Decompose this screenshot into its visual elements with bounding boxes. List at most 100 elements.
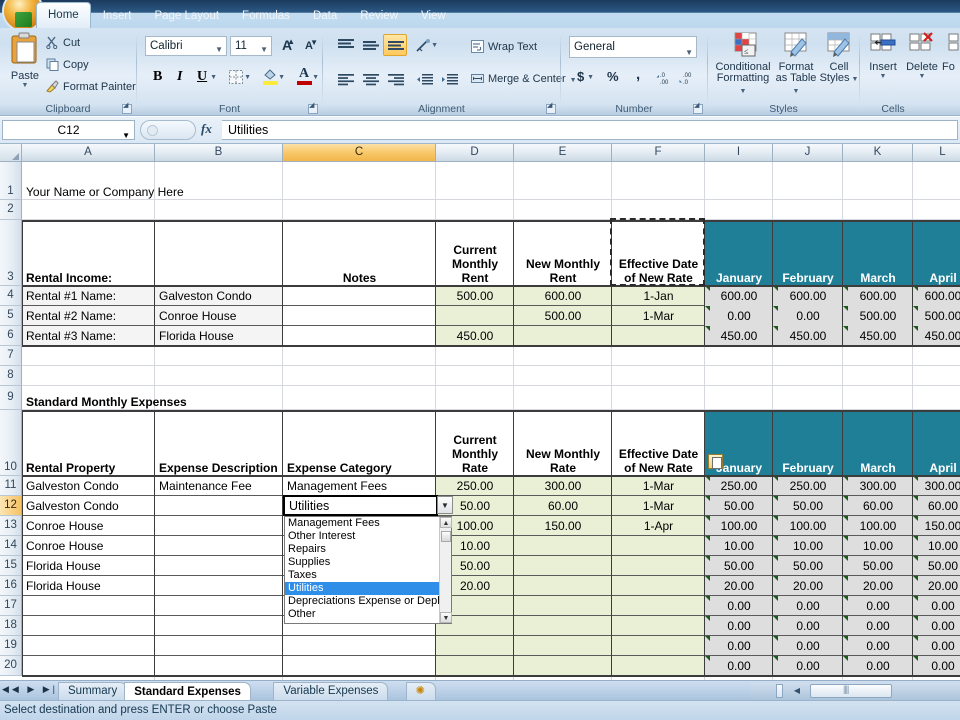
expense-row-new[interactable] bbox=[514, 636, 612, 656]
bold-button[interactable]: B bbox=[145, 66, 167, 88]
ribbon-tab-home[interactable]: Home bbox=[36, 2, 91, 28]
column-header-K[interactable]: K bbox=[843, 144, 913, 162]
expense-row-apr[interactable]: 0.00 bbox=[913, 636, 960, 656]
dropdown-option[interactable]: Utilities bbox=[285, 582, 440, 595]
expense-row-jan[interactable]: 20.00 bbox=[705, 576, 773, 596]
expense-row-apr[interactable]: 300.00 bbox=[913, 476, 960, 496]
income-row-notes[interactable] bbox=[283, 306, 436, 326]
expense-row-mar[interactable]: 0.00 bbox=[843, 616, 913, 636]
expense-row-description[interactable] bbox=[155, 576, 283, 596]
expense-row-apr[interactable]: 20.00 bbox=[913, 576, 960, 596]
sheet-tab-variable-expenses[interactable]: Variable Expenses bbox=[273, 682, 388, 700]
income-row-apr[interactable]: 600.00 bbox=[913, 286, 960, 306]
expense-row-apr[interactable]: 60.00 bbox=[913, 496, 960, 516]
align-left-button[interactable] bbox=[333, 68, 357, 90]
income-row-mar[interactable]: 450.00 bbox=[843, 326, 913, 346]
chevron-down-icon[interactable]: ▼ bbox=[312, 74, 319, 81]
sheet-tab-summary[interactable]: Summary bbox=[58, 682, 127, 700]
expense-row-category[interactable] bbox=[283, 636, 436, 656]
expense-row-feb[interactable]: 50.00 bbox=[773, 496, 843, 516]
expense-heading[interactable]: Standard Monthly Expenses bbox=[22, 386, 436, 410]
row-header-11[interactable]: 11 bbox=[0, 476, 22, 496]
row-header-15[interactable]: 15 bbox=[0, 556, 22, 576]
expense-row-current[interactable] bbox=[436, 656, 514, 676]
income-row-jan[interactable]: 0.00 bbox=[705, 306, 773, 326]
cell-styles-button[interactable]: CellStyles ▼ bbox=[819, 32, 859, 85]
paste-options-icon[interactable] bbox=[708, 454, 723, 469]
income-row-notes[interactable] bbox=[283, 326, 436, 346]
column-header-C[interactable]: C bbox=[283, 144, 436, 162]
dropdown-option[interactable]: Repairs bbox=[285, 543, 440, 556]
dropdown-option[interactable]: Other Interest bbox=[285, 530, 440, 543]
expense-row-description[interactable] bbox=[155, 496, 283, 516]
column-header-D[interactable]: D bbox=[436, 144, 514, 162]
orientation-button[interactable]: ▼ bbox=[412, 34, 442, 56]
row-header-8[interactable]: 8 bbox=[0, 366, 22, 386]
expense-row-apr[interactable]: 10.00 bbox=[913, 536, 960, 556]
name-box[interactable]: C12 ▼ bbox=[2, 120, 135, 140]
ribbon-tab-formulas[interactable]: Formulas bbox=[231, 6, 301, 28]
expense-row-property[interactable]: Florida House bbox=[22, 576, 155, 596]
income-row-eff[interactable]: 1-Mar bbox=[612, 306, 705, 326]
row-header-6[interactable]: 6 bbox=[0, 326, 22, 346]
row-header-7[interactable]: 7 bbox=[0, 346, 22, 366]
number-dialog-launcher[interactable] bbox=[693, 104, 703, 114]
expense-row-category[interactable]: Management Fees bbox=[283, 476, 436, 496]
expense-row-eff[interactable] bbox=[612, 556, 705, 576]
align-middle-button[interactable] bbox=[358, 34, 382, 56]
income-row-apr[interactable]: 450.00 bbox=[913, 326, 960, 346]
expense-row-mar[interactable]: 50.00 bbox=[843, 556, 913, 576]
align-center-button[interactable] bbox=[358, 68, 382, 90]
income-row-new[interactable]: 500.00 bbox=[514, 306, 612, 326]
chevron-down-icon[interactable]: ▼ bbox=[210, 74, 217, 81]
expense-row-jan[interactable]: 50.00 bbox=[705, 496, 773, 516]
decrease-indent-button[interactable] bbox=[412, 68, 436, 90]
income-header-march[interactable]: March bbox=[843, 220, 913, 286]
row-header-2[interactable]: 2 bbox=[0, 200, 22, 220]
insert-sheet-tab[interactable]: ✺ bbox=[406, 682, 436, 700]
expense-row-description[interactable]: Maintenance Fee bbox=[155, 476, 283, 496]
income-row-current[interactable] bbox=[436, 306, 514, 326]
row-header-3[interactable]: 3 bbox=[0, 220, 22, 286]
dropdown-scrollbar-thumb[interactable] bbox=[441, 531, 451, 542]
expense-row-jan[interactable]: 50.00 bbox=[705, 556, 773, 576]
column-header-A[interactable]: A bbox=[22, 144, 155, 162]
expense-row-description[interactable] bbox=[155, 536, 283, 556]
expense-row-apr[interactable]: 150.00 bbox=[913, 516, 960, 536]
expense-row-mar[interactable]: 0.00 bbox=[843, 656, 913, 676]
expense-header-description[interactable]: Expense Description bbox=[155, 410, 283, 476]
expense-row-jan[interactable]: 10.00 bbox=[705, 536, 773, 556]
expense-row-property[interactable]: Galveston Condo bbox=[22, 496, 155, 516]
conditional-formatting-button[interactable]: ≤ ConditionalFormatting ▼ bbox=[714, 32, 772, 97]
dropdown-option[interactable]: Depreciations Expense or Depletion bbox=[285, 595, 440, 608]
comma-format-button[interactable]: , bbox=[627, 66, 649, 88]
expense-row-eff[interactable] bbox=[612, 576, 705, 596]
expense-row-property[interactable] bbox=[22, 656, 155, 676]
row-header-17[interactable]: 17 bbox=[0, 596, 22, 616]
chevron-down-icon[interactable]: ▼ bbox=[122, 126, 130, 145]
increase-decimal-button[interactable]: .0.00 bbox=[653, 66, 675, 88]
expense-row-apr[interactable]: 0.00 bbox=[913, 616, 960, 636]
row-header-1[interactable]: 1 bbox=[0, 162, 22, 200]
expense-row-feb[interactable]: 50.00 bbox=[773, 556, 843, 576]
income-header-current-rent[interactable]: CurrentMonthlyRent bbox=[436, 220, 514, 286]
font-color-button[interactable]: A ▼ bbox=[293, 66, 323, 88]
expense-header-property[interactable]: Rental Property bbox=[22, 410, 155, 476]
paste-caret-icon[interactable]: ▼ bbox=[4, 82, 46, 89]
income-row-apr[interactable]: 500.00 bbox=[913, 306, 960, 326]
row-header-5[interactable]: 5 bbox=[0, 306, 22, 326]
income-header-april[interactable]: April bbox=[913, 220, 960, 286]
chevron-down-icon[interactable]: ▼ bbox=[431, 42, 438, 49]
expense-row-jan[interactable]: 100.00 bbox=[705, 516, 773, 536]
column-header-F[interactable]: F bbox=[612, 144, 705, 162]
income-row-new[interactable]: 600.00 bbox=[514, 286, 612, 306]
column-header-I[interactable]: I bbox=[705, 144, 773, 162]
row-header-19[interactable]: 19 bbox=[0, 636, 22, 656]
expense-header-category[interactable]: Expense Category bbox=[283, 410, 436, 476]
expense-row-jan[interactable]: 250.00 bbox=[705, 476, 773, 496]
expense-row-description[interactable] bbox=[155, 656, 283, 676]
expense-row-feb[interactable]: 0.00 bbox=[773, 656, 843, 676]
expense-row-new[interactable] bbox=[514, 536, 612, 556]
format-cells-button[interactable]: Fo bbox=[942, 32, 960, 73]
expense-row-mar[interactable]: 0.00 bbox=[843, 636, 913, 656]
